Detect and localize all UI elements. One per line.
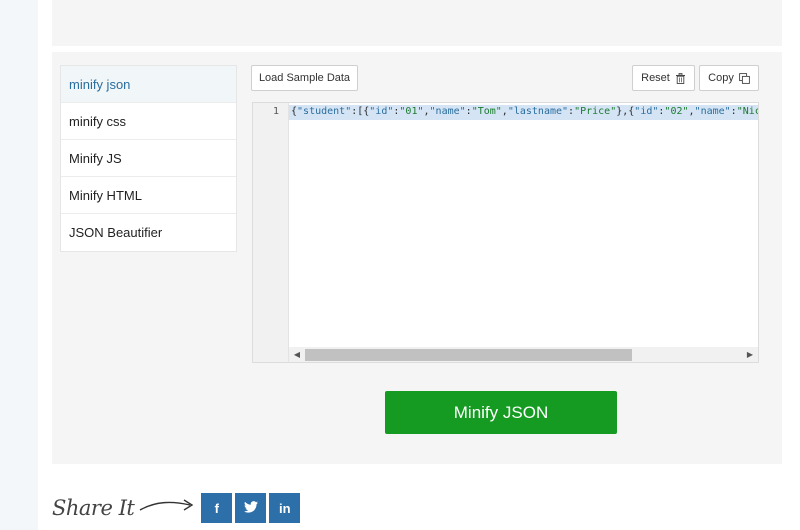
nav-item-minify-html[interactable]: Minify HTML <box>61 177 236 214</box>
editor-gutter: 1 <box>253 103 289 362</box>
code-editor[interactable]: 1 {"student":[{"id":"01","name":"Tom","l… <box>252 102 759 363</box>
minify-json-button[interactable]: Minify JSON <box>385 391 617 434</box>
minify-json-label: Minify JSON <box>453 402 549 422</box>
load-sample-button[interactable]: Load Sample Data <box>251 65 358 91</box>
facebook-icon: f <box>214 500 219 516</box>
scrollbar-thumb[interactable] <box>305 349 632 361</box>
scroll-left-icon[interactable]: ◀ <box>292 349 302 360</box>
horizontal-scrollbar[interactable]: ◀ ▶ <box>289 347 758 362</box>
share-bar: Share It f in <box>52 490 303 526</box>
share-arrow-icon <box>138 496 196 521</box>
nav-item-minify-json[interactable]: minify json <box>61 66 236 103</box>
copy-button[interactable]: Copy <box>699 65 759 91</box>
facebook-share-button[interactable]: f <box>201 493 233 523</box>
linkedin-share-button[interactable]: in <box>269 493 301 523</box>
load-sample-label: Load Sample Data <box>258 72 351 84</box>
copy-icon <box>738 72 750 84</box>
nav-item-minify-css[interactable]: minify css <box>61 103 236 140</box>
nav-item-json-beautifier[interactable]: JSON Beautifier <box>61 214 236 251</box>
reset-button[interactable]: Reset <box>632 65 695 91</box>
twitter-share-button[interactable] <box>235 493 267 523</box>
nav-item-minify-js[interactable]: Minify JS <box>61 140 236 177</box>
share-label: Share It <box>52 496 135 520</box>
tool-nav: minify json minify css Minify JS Minify … <box>60 65 237 252</box>
scroll-right-icon[interactable]: ▶ <box>745 349 755 360</box>
copy-label: Copy <box>708 72 734 84</box>
top-panel <box>52 0 782 46</box>
twitter-icon <box>243 500 258 516</box>
reset-label: Reset <box>641 72 670 84</box>
linkedin-icon: in <box>279 500 291 516</box>
trash-icon <box>675 72 686 84</box>
code-line[interactable]: {"student":[{"id":"01","name":"Tom","las… <box>291 106 758 117</box>
line-number: 1 <box>272 106 279 117</box>
